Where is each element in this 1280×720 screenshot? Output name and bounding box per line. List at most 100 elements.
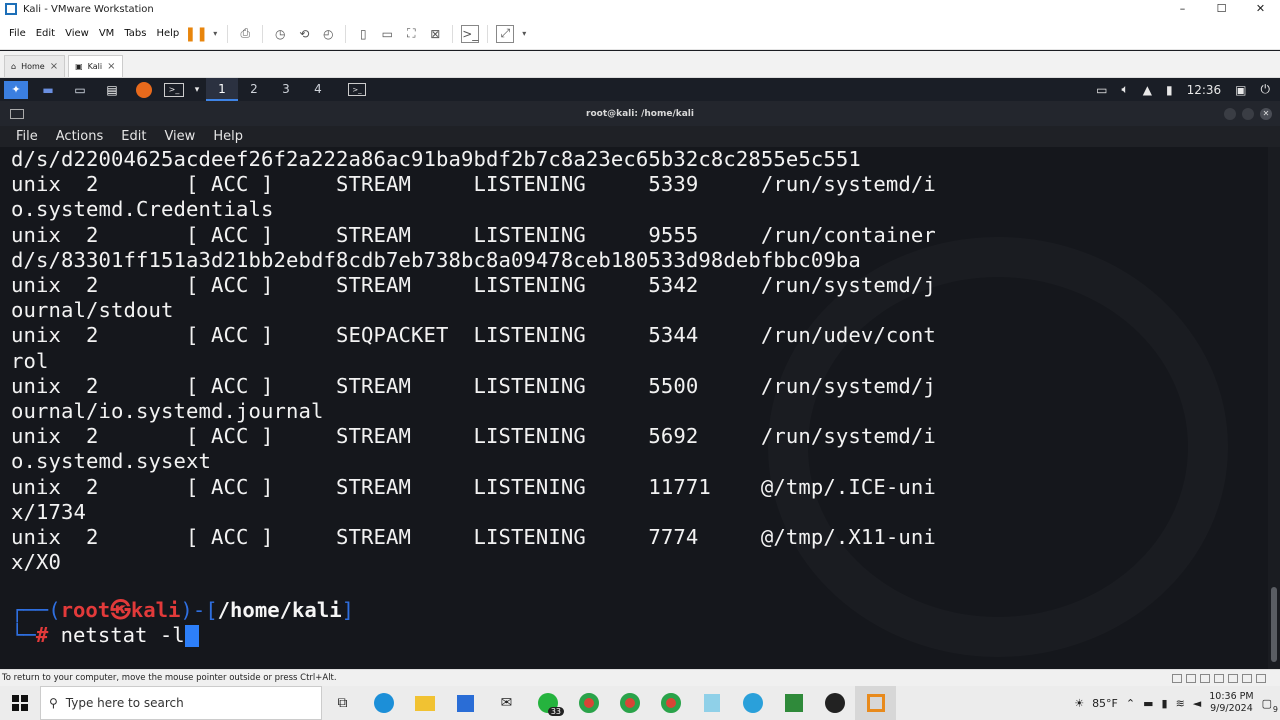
thumbnail-bar-icon[interactable]: ▭ [378, 25, 396, 43]
workspace-3[interactable]: 3 [270, 78, 302, 101]
cd-drive-icon[interactable] [1186, 673, 1196, 683]
notepad-icon[interactable] [691, 686, 732, 720]
file-manager-icon[interactable]: ▭ [68, 81, 92, 99]
hard-disk-icon[interactable] [1172, 673, 1182, 683]
battery-icon[interactable]: ▮ [1166, 83, 1173, 97]
taskbar-clock[interactable]: 10:36 PM 9/9/2024 [1209, 691, 1253, 715]
taskbar-search-box[interactable]: ⚲ Type here to search [40, 686, 322, 720]
show-desktop-icon[interactable]: ▬ [36, 81, 60, 99]
wifi-icon[interactable]: ≋ [1176, 697, 1185, 710]
whatsapp-icon[interactable]: 33 [527, 686, 568, 720]
volume-icon[interactable]: 🔈︎ [1122, 82, 1129, 97]
terminal-menu-file[interactable]: File [16, 129, 38, 144]
close-button[interactable]: ✕ [1260, 108, 1272, 120]
sound-card-icon[interactable] [1228, 673, 1238, 683]
volume-icon[interactable]: ◄ [1193, 697, 1201, 710]
terminal-output-area[interactable]: d/s/d22004625acdeef26f2a222a86ac91ba9bdf… [0, 147, 1268, 669]
obs-icon[interactable] [814, 686, 855, 720]
prompt-input-line[interactable]: └─# netstat -l [11, 623, 199, 648]
terminal-task-icon[interactable]: >_ [348, 83, 366, 96]
chrome-icon[interactable] [650, 686, 691, 720]
menu-help[interactable]: Help [151, 28, 184, 39]
prompt-corner: ┌──( [11, 598, 61, 622]
workspace-2[interactable]: 2 [238, 78, 270, 101]
usb-icon[interactable] [1214, 673, 1224, 683]
power-icon[interactable]: ⏻ [1261, 82, 1271, 97]
send-ctrl-alt-del-icon[interactable]: ⎙ [236, 25, 254, 43]
battery-icon[interactable]: ▮ [1162, 697, 1168, 710]
menu-tabs[interactable]: Tabs [119, 28, 151, 39]
maximize-button[interactable]: ☐ [1202, 0, 1241, 18]
command-input[interactable]: netstat -l [61, 623, 185, 647]
notification-bell-icon[interactable]: ▲ [1143, 83, 1152, 97]
pause-icon[interactable]: ❚❚ [185, 25, 208, 43]
weather-temp[interactable]: 85°F [1092, 697, 1118, 710]
terminal-line: ournal/io.systemd.journal [11, 399, 324, 424]
network-adapter-icon[interactable] [1200, 673, 1210, 683]
hardware-icon[interactable]: ▬ [1143, 697, 1153, 710]
kali-menu-icon[interactable]: ✦ [4, 80, 28, 99]
message-log-icon[interactable] [1256, 673, 1266, 683]
menu-edit[interactable]: Edit [31, 28, 60, 39]
toolbar-divider [227, 24, 229, 43]
terminal-menu-help[interactable]: Help [213, 129, 243, 144]
fullscreen-icon[interactable]: ⛶ [402, 25, 420, 43]
firefox-icon[interactable] [132, 81, 156, 99]
close-button[interactable]: ✕ [1241, 0, 1280, 18]
kali-app-icon[interactable] [773, 686, 814, 720]
scrollbar-thumb[interactable] [1271, 587, 1277, 662]
vmware-taskbar-icon[interactable] [855, 686, 896, 720]
snapshot-manager-icon[interactable]: ◴ [319, 25, 337, 43]
notification-center-icon[interactable]: ▢ 9 [1262, 697, 1278, 714]
terminal-window-icon [10, 109, 24, 119]
terminal-line: unix 2 [ ACC ] STREAM LISTENING 7774 @/t… [11, 525, 936, 550]
close-icon[interactable]: × [107, 61, 115, 72]
terminal-launcher-icon[interactable]: >_ [164, 82, 184, 97]
edge-icon[interactable] [363, 686, 404, 720]
menu-view[interactable]: View [60, 28, 94, 39]
minimize-button[interactable]: – [1163, 0, 1202, 18]
mail-icon[interactable]: ✉ [486, 686, 527, 720]
prompt-header: ┌──(root㉿kali)-[/home/kali] [11, 598, 354, 623]
chevron-up-icon[interactable]: ⌃ [1126, 697, 1135, 710]
terminal-line: x/1734 [11, 499, 86, 524]
terminal-menu-edit[interactable]: Edit [121, 129, 146, 144]
maximize-button[interactable] [1242, 108, 1254, 120]
weather-icon[interactable]: ☀ [1074, 697, 1084, 710]
close-icon[interactable]: × [50, 61, 58, 72]
sidebar-toggle-icon[interactable]: ▯ [354, 25, 372, 43]
display-icon[interactable]: ▭ [1096, 83, 1107, 97]
console-view-icon[interactable]: >_ [461, 24, 480, 43]
unity-icon[interactable]: ⊠ [426, 25, 444, 43]
terminal-scrollbar[interactable] [1268, 147, 1280, 669]
snapshot-icon[interactable]: ◷ [271, 25, 289, 43]
task-view-icon[interactable]: ⧉ [322, 686, 363, 720]
revert-snapshot-icon[interactable]: ⟲ [295, 25, 313, 43]
stretch-guest-icon[interactable]: ⤢ [496, 24, 515, 43]
menu-file[interactable]: File [0, 28, 31, 39]
text-editor-icon[interactable]: ▤ [100, 81, 124, 99]
menu-vm[interactable]: VM [94, 28, 119, 39]
file-explorer-icon[interactable] [404, 686, 445, 720]
dropdown-icon[interactable]: ▾ [211, 25, 219, 43]
lock-icon[interactable]: ▣ [1235, 83, 1246, 97]
dropdown-icon[interactable]: ▾ [520, 25, 528, 43]
terminal-menu-view[interactable]: View [164, 129, 195, 144]
minimize-button[interactable] [1224, 108, 1236, 120]
chevron-down-icon[interactable]: ▾ [192, 81, 202, 99]
tab-kali[interactable]: ▣ Kali × [68, 55, 123, 77]
chrome-icon[interactable] [609, 686, 650, 720]
terminal-title: root@kali: /home/kali [586, 108, 694, 119]
panel-clock[interactable]: 12:36 [1187, 83, 1222, 97]
workspace-1[interactable]: 1 [206, 78, 238, 101]
workspace-4[interactable]: 4 [302, 78, 334, 101]
telegram-icon[interactable] [732, 686, 773, 720]
tab-home[interactable]: ⌂ Home × [4, 55, 66, 77]
chrome-icon[interactable] [568, 686, 609, 720]
vm-icon: ▣ [75, 62, 83, 71]
prompt-hash: # [35, 623, 49, 647]
display-device-icon[interactable] [1242, 673, 1252, 683]
terminal-menu-actions[interactable]: Actions [56, 129, 104, 144]
windows-start-icon[interactable] [0, 686, 40, 720]
microsoft-store-icon[interactable] [445, 686, 486, 720]
